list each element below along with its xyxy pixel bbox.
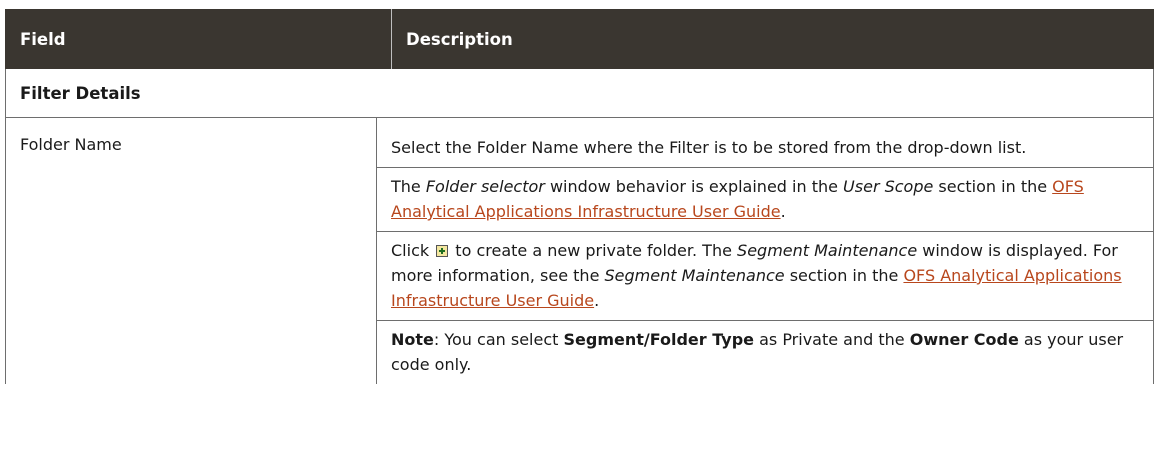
segment-maintenance-term: Segment Maintenance — [737, 241, 918, 260]
text: section in the — [784, 266, 904, 285]
field-column-header: Field — [6, 9, 392, 69]
note-label: Note — [391, 330, 434, 349]
fields-table: Field Description Filter Details Folder … — [5, 9, 1154, 384]
text: . — [594, 291, 600, 310]
text: as Private and the — [754, 330, 910, 349]
description-cell: Select the Folder Name where the Filter … — [377, 118, 1153, 384]
text: The — [391, 177, 426, 196]
text: : You can select — [433, 330, 564, 349]
description-paragraph-4: Note: You can select Segment/Folder Type… — [377, 321, 1153, 384]
field-name-cell: Folder Name — [6, 118, 377, 384]
new-folder-icon — [436, 245, 449, 257]
text: to create a new private folder. The — [450, 241, 738, 260]
description-paragraph-2: The Folder selector window behavior is e… — [377, 168, 1153, 232]
segment-folder-type-term: Segment/Folder Type — [563, 330, 754, 349]
text: . — [780, 202, 786, 221]
user-scope-term: User Scope — [843, 177, 934, 196]
text: section in the — [933, 177, 1053, 196]
text: window behavior is explained in the — [544, 177, 844, 196]
section-header-filter-details: Filter Details — [5, 69, 1154, 118]
owner-code-term: Owner Code — [909, 330, 1019, 349]
description-column-header: Description — [406, 29, 513, 49]
table-row: Folder Name Select the Folder Name where… — [5, 118, 1154, 384]
description-paragraph-3: Click to create a new private folder. Th… — [377, 232, 1153, 321]
table-header-row: Field Description — [5, 9, 1154, 69]
text: Click — [391, 241, 435, 260]
folder-selector-term: Folder selector — [425, 177, 545, 196]
description-paragraph-1: Select the Folder Name where the Filter … — [377, 118, 1153, 168]
segment-maintenance-term: Segment Maintenance — [604, 266, 785, 285]
